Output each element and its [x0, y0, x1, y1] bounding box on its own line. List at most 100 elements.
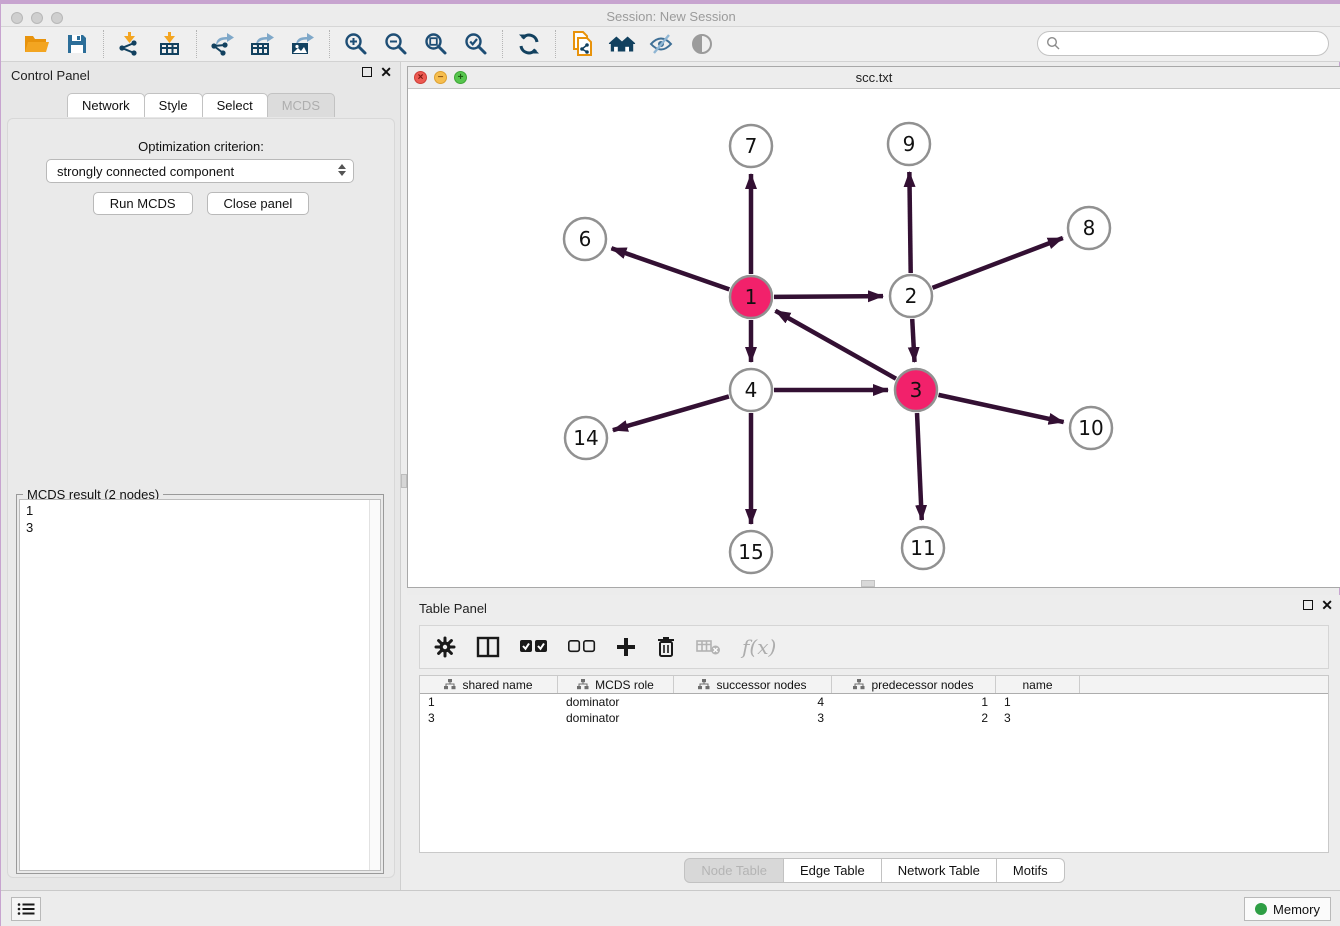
cell-name[interactable]: 1 [996, 694, 1080, 710]
result-scrollbar[interactable] [369, 500, 380, 870]
zoom-fit-icon[interactable] [422, 31, 450, 57]
edge-3-1[interactable] [775, 311, 896, 379]
select-stepper-icon [338, 164, 346, 176]
zoom-in-icon[interactable] [342, 31, 370, 57]
search-icon [1046, 36, 1061, 51]
edge-3-11[interactable] [917, 413, 922, 520]
column-type-icon [577, 679, 589, 690]
open-session-icon[interactable] [23, 31, 51, 57]
show-tasks-button[interactable] [11, 897, 41, 921]
edge-2-9[interactable] [909, 172, 910, 273]
tab-network[interactable]: Network [67, 93, 145, 117]
memory-button[interactable]: Memory [1244, 897, 1331, 921]
window-title: Session: New Session [1, 9, 1340, 24]
mcds-result-text[interactable]: 1 3 [19, 499, 381, 871]
cell-MCDS-role[interactable]: dominator [558, 710, 674, 726]
tab-style[interactable]: Style [144, 93, 203, 117]
search-input[interactable] [1061, 34, 1328, 54]
close-panel-button[interactable]: Close panel [207, 192, 310, 215]
list-icon [17, 902, 35, 916]
table-body: 1dominator4113dominator323 [420, 694, 1328, 726]
tab-select[interactable]: Select [202, 93, 268, 117]
function-builder-icon[interactable]: f(x) [742, 632, 776, 662]
criterion-select[interactable]: strongly connected component [46, 159, 354, 183]
node-label-9: 9 [903, 132, 916, 156]
cell-predecessor-nodes[interactable]: 2 [832, 710, 996, 726]
show-columns-icon[interactable] [476, 632, 500, 662]
control-panel: Control Panel ✕ NetworkStyleSelectMCDS O… [1, 62, 401, 890]
network-canvas[interactable]: 7968124314101511 [408, 89, 1340, 587]
network-graph: 7968124314101511 [408, 89, 1340, 587]
toggle-graphics-details-icon[interactable] [688, 31, 716, 57]
mcds-panel: Optimization criterion: strongly connect… [7, 118, 395, 878]
delete-row-icon[interactable] [656, 632, 676, 662]
search-box[interactable] [1037, 31, 1329, 56]
control-panel-tabs: NetworkStyleSelectMCDS [1, 93, 400, 117]
node-label-10: 10 [1078, 416, 1103, 440]
edge-1-2[interactable] [774, 296, 883, 297]
column-type-icon [444, 679, 456, 690]
node-label-4: 4 [745, 378, 758, 402]
tab-mcds[interactable]: MCDS [267, 93, 335, 117]
column-header-shared-name[interactable]: shared name [420, 676, 558, 693]
export-network-icon[interactable] [209, 31, 237, 57]
cell-predecessor-nodes[interactable]: 1 [832, 694, 996, 710]
control-panel-title: Control Panel [11, 68, 90, 83]
node-label-11: 11 [910, 536, 935, 560]
home-icon[interactable] [608, 31, 636, 57]
cell-successor-nodes[interactable]: 3 [674, 710, 832, 726]
optimization-criterion-label: Optimization criterion: [8, 139, 394, 154]
save-session-icon[interactable] [63, 31, 91, 57]
table-row[interactable]: 1dominator411 [420, 694, 1328, 710]
tab-edge-table[interactable]: Edge Table [783, 858, 882, 883]
table-panel-title: Table Panel [419, 601, 487, 616]
column-type-icon [698, 679, 710, 690]
zoom-selected-icon[interactable] [462, 31, 490, 57]
cell-MCDS-role[interactable]: dominator [558, 694, 674, 710]
node-label-15: 15 [738, 540, 763, 564]
close-table-panel-icon[interactable]: ✕ [1321, 600, 1333, 610]
network-resize-handle[interactable] [861, 580, 875, 587]
export-table-icon[interactable] [249, 31, 277, 57]
column-header-successor-nodes[interactable]: successor nodes [674, 676, 832, 693]
tab-network-table[interactable]: Network Table [881, 858, 997, 883]
edge-3-10[interactable] [938, 395, 1063, 422]
add-row-icon[interactable] [616, 632, 636, 662]
import-table-icon[interactable] [156, 31, 184, 57]
edge-2-8[interactable] [932, 238, 1062, 288]
network-window-titlebar[interactable]: × − + scc.txt [408, 67, 1340, 89]
status-bar: Memory [1, 890, 1340, 926]
float-table-panel-icon[interactable] [1303, 600, 1313, 610]
main-toolbar [1, 27, 1340, 62]
hide-graphics-details-icon[interactable] [648, 31, 676, 57]
close-panel-icon[interactable]: ✕ [380, 67, 392, 77]
mcds-result-box: MCDS result (2 nodes) 1 3 [16, 494, 384, 874]
deselect-all-icon[interactable] [568, 632, 596, 662]
zoom-out-icon[interactable] [382, 31, 410, 57]
edge-4-14[interactable] [613, 396, 729, 430]
settings-icon[interactable] [434, 632, 456, 662]
table-row[interactable]: 3dominator323 [420, 710, 1328, 726]
cell-shared-name[interactable]: 1 [420, 694, 558, 710]
delete-table-icon[interactable] [696, 632, 722, 662]
node-label-6: 6 [579, 227, 592, 251]
memory-label: Memory [1273, 902, 1320, 917]
float-panel-icon[interactable] [362, 67, 372, 77]
cell-shared-name[interactable]: 3 [420, 710, 558, 726]
clone-network-icon[interactable] [568, 31, 596, 57]
import-network-icon[interactable] [116, 31, 144, 57]
tab-motifs[interactable]: Motifs [996, 858, 1065, 883]
tab-node-table[interactable]: Node Table [684, 858, 784, 883]
column-header-name[interactable]: name [996, 676, 1080, 693]
select-all-icon[interactable] [520, 632, 548, 662]
export-image-icon[interactable] [289, 31, 317, 57]
column-header-MCDS-role[interactable]: MCDS role [558, 676, 674, 693]
apply-layout-icon[interactable] [515, 31, 543, 57]
column-header-predecessor-nodes[interactable]: predecessor nodes [832, 676, 996, 693]
run-mcds-button[interactable]: Run MCDS [93, 192, 193, 215]
edge-1-6[interactable] [611, 248, 729, 289]
cell-name[interactable]: 3 [996, 710, 1080, 726]
table-tabs: Node TableEdge TableNetwork TableMotifs [407, 858, 1340, 883]
edge-2-3[interactable] [912, 319, 914, 362]
cell-successor-nodes[interactable]: 4 [674, 694, 832, 710]
